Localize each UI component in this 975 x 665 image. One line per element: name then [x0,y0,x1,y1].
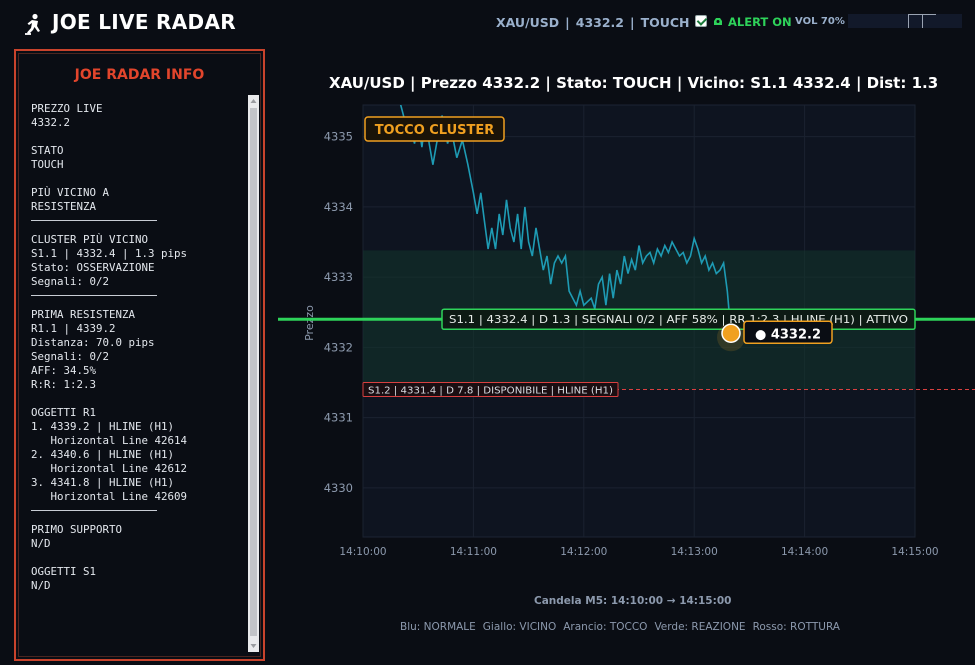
y-tick-label: 4330 [324,481,353,495]
legend-item: Blu: NORMALE [400,621,476,633]
x-tick-label: 14:15:00 [891,546,938,558]
x-tick-label: 14:14:00 [781,546,828,558]
legend-item: Giallo: VICINO [482,621,557,633]
y-axis-label: Prezzo [303,305,316,341]
x-tick-label: 14:11:00 [450,546,497,558]
level-label-s11: S1.1 | 4332.4 | D 1.3 | SEGNALI 0/2 | AF… [449,313,908,326]
y-tick-label: 4335 [324,130,353,144]
x-tick-label: 14:10:00 [339,546,386,558]
candle-label: Candela M5: 14:10:00 → 14:15:00 [534,595,732,607]
price-chart[interactable]: 4330 4331 4332 4333 4334 4335 14:10:00 14:11:00… [0,0,975,665]
price-marker-dot [721,323,741,344]
touch-badge-label: TOCCO CLUSTER [375,123,495,138]
level-label-s12: S1.2 | 4331.4 | D 7.8 | DISPONIBILE | HL… [368,385,613,396]
y-tick-label: 4332 [324,340,353,354]
legend-item: Rosso: ROTTURA [752,621,840,633]
x-tick-label: 14:12:00 [560,546,607,558]
y-tick-label: 4333 [324,270,353,284]
color-legend: Blu: NORMALE Giallo: VICINO Arancio: TOCCO… [400,621,847,633]
legend-item: Arancio: TOCCO [563,621,648,633]
legend-item: Verde: REAZIONE [654,621,746,633]
price-tag-label: ● 4332.2 [755,327,821,342]
x-tick-label: 14:13:00 [671,546,718,558]
y-tick-label: 4334 [324,200,353,214]
y-tick-label: 4331 [324,411,353,425]
